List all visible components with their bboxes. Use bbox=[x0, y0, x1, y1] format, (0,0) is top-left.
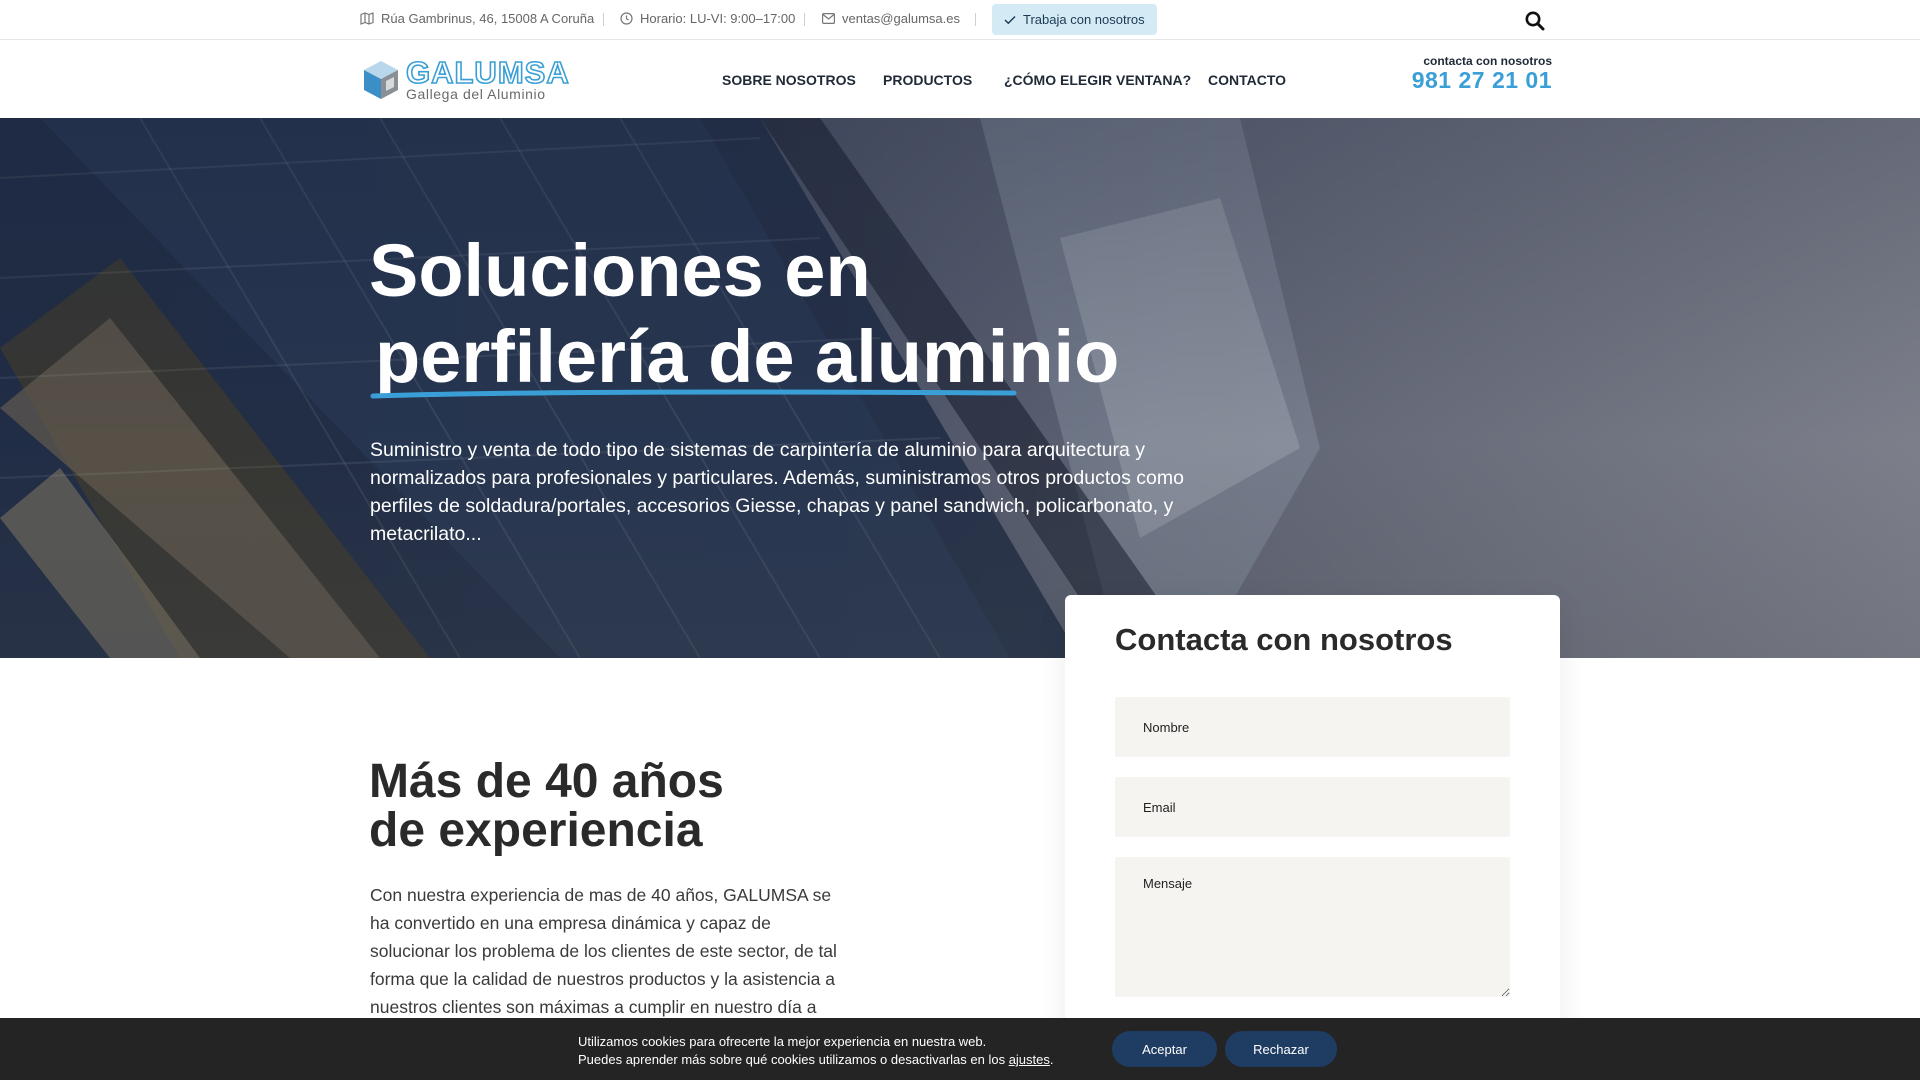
hero-description: Suministro y venta de todo tipo de siste… bbox=[370, 439, 1184, 545]
map-icon bbox=[360, 12, 374, 25]
email-link[interactable]: ventas@galumsa.es bbox=[842, 11, 960, 26]
cookie-line2-end: . bbox=[1049, 1052, 1054, 1067]
cookie-line2: Puedes aprender más sobre qué cookies ut… bbox=[578, 1051, 1054, 1069]
address-info: Rúa Gambrinus, 46, 15008 A Coruña bbox=[360, 11, 594, 26]
main-header: GALUMSA Gallega del Aluminio SOBRE NOSOT… bbox=[0, 41, 1920, 118]
hero-title: Soluciones en perfilería de aluminio bbox=[369, 228, 1119, 400]
about-title-line2: de experiencia bbox=[369, 804, 703, 857]
cookie-text: Utilizamos cookies para ofrecerte la mej… bbox=[578, 1033, 1054, 1069]
search-button[interactable] bbox=[1524, 10, 1546, 32]
phone-contact[interactable]: contacta con nosotros 981 27 21 01 bbox=[1412, 54, 1552, 92]
email-field[interactable] bbox=[1115, 777, 1510, 837]
cookie-line1: Utilizamos cookies para ofrecerte la mej… bbox=[578, 1034, 987, 1049]
address-text: Rúa Gambrinus, 46, 15008 A Coruña bbox=[381, 11, 595, 26]
logo-wordmark: GALUMSA bbox=[405, 55, 570, 90]
phone-label: contacta con nosotros bbox=[1423, 54, 1552, 68]
nav-item-contacto[interactable]: CONTACTO bbox=[1208, 72, 1286, 88]
logo[interactable]: GALUMSA Gallega del Aluminio bbox=[362, 56, 570, 106]
message-field[interactable] bbox=[1115, 857, 1510, 997]
clock-icon bbox=[620, 12, 633, 25]
nav-item-sobre-nosotros[interactable]: SOBRE NOSOTROS bbox=[722, 72, 856, 88]
title-underline-stroke bbox=[370, 389, 1017, 399]
check-icon bbox=[1004, 15, 1016, 25]
divider bbox=[804, 13, 805, 26]
cookie-banner: Utilizamos cookies para ofrecerte la mej… bbox=[0, 1018, 1920, 1080]
phone-number[interactable]: 981 27 21 01 bbox=[1412, 68, 1552, 92]
cookie-line2-text: Puedes aprender más sobre qué cookies ut… bbox=[578, 1052, 1009, 1067]
work-with-us-label: Trabaja con nosotros bbox=[1023, 12, 1145, 27]
contact-form-card: Contacta con nosotros bbox=[1065, 595, 1560, 1080]
about-title-line1: Más de 40 años bbox=[369, 755, 724, 808]
hero-title-line1: Soluciones en bbox=[369, 229, 871, 312]
envelope-icon bbox=[822, 13, 835, 24]
divider bbox=[975, 13, 976, 26]
work-with-us-button[interactable]: Trabaja con nosotros bbox=[992, 4, 1157, 35]
accept-cookies-button[interactable]: Aceptar bbox=[1112, 1031, 1217, 1067]
search-icon bbox=[1524, 10, 1546, 32]
cube-logo-icon bbox=[362, 59, 400, 106]
logo-tagline: Gallega del Aluminio bbox=[406, 86, 546, 102]
divider bbox=[603, 13, 604, 26]
reject-cookies-button[interactable]: Rechazar bbox=[1225, 1031, 1337, 1067]
email-info[interactable]: ventas@galumsa.es bbox=[822, 11, 960, 26]
contact-form-title: Contacta con nosotros bbox=[1115, 622, 1453, 657]
hero-section: Soluciones en perfilería de aluminio Sum… bbox=[0, 118, 1920, 658]
name-field[interactable] bbox=[1115, 697, 1510, 757]
hero-title-line2-wrap: perfilería de aluminio bbox=[370, 314, 1119, 400]
hours-info: Horario: LU-VI: 9:00–17:00 bbox=[620, 11, 795, 26]
nav-item-productos[interactable]: PRODUCTOS bbox=[883, 72, 972, 88]
cookie-settings-link[interactable]: ajustes bbox=[1009, 1052, 1050, 1067]
about-title: Más de 40 años de experiencia bbox=[369, 757, 724, 855]
top-bar: Rúa Gambrinus, 46, 15008 A Coruña Horari… bbox=[0, 0, 1920, 40]
hours-text: Horario: LU-VI: 9:00–17:00 bbox=[640, 11, 796, 26]
nav-item-como-elegir-ventana[interactable]: ¿CÓMO ELEGIR VENTANA? bbox=[1004, 72, 1191, 88]
